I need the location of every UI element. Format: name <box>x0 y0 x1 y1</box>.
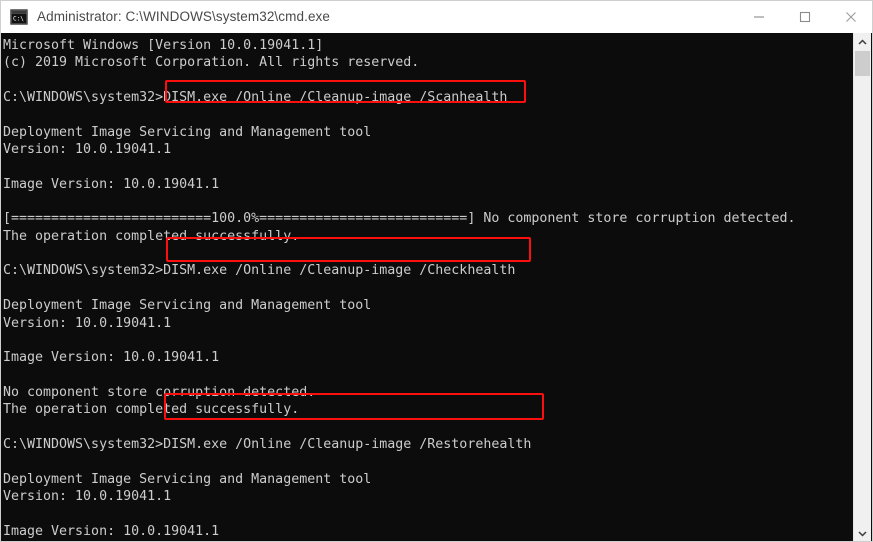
terminal-line: Image Version: 10.0.19041.1 <box>3 523 220 539</box>
terminal-line: Version: 10.0.19041.1 <box>3 488 172 504</box>
terminal-line: Version: 10.0.19041.1 <box>3 315 172 331</box>
terminal-line: Version: 10.0.19041.1 <box>3 142 172 158</box>
terminal-line: No component store corruption detected. <box>3 384 316 400</box>
title-bar[interactable]: C:\ Administrator: C:\WINDOWS\system32\c… <box>1 1 872 33</box>
terminal-line: Deployment Image Servicing and Managemen… <box>3 298 372 314</box>
svg-text:C:\: C:\ <box>13 16 24 23</box>
chevron-up-icon[interactable] <box>854 33 871 51</box>
terminal-line: Microsoft Windows [Version 10.0.19041.1] <box>3 38 324 53</box>
window-controls <box>736 1 872 33</box>
terminal-line: (c) 2019 Microsoft Corporation. All righ… <box>3 55 420 71</box>
terminal-line: The operation completed successfully. <box>3 228 300 244</box>
terminal-line: C:\WINDOWS\system32>DISM.exe /Online /Cl… <box>3 90 508 106</box>
terminal-line: Deployment Image Servicing and Managemen… <box>3 124 372 140</box>
terminal-line: Image Version: 10.0.19041.1 <box>3 176 220 192</box>
terminal-line: The operation completed successfully. <box>3 402 300 418</box>
cmd-window: C:\ Administrator: C:\WINDOWS\system32\c… <box>0 0 873 542</box>
window-title: Administrator: C:\WINDOWS\system32\cmd.e… <box>37 9 331 24</box>
terminal-line: Deployment Image Servicing and Managemen… <box>3 471 372 487</box>
console-output-area[interactable]: Microsoft Windows [Version 10.0.19041.1]… <box>1 33 872 541</box>
maximize-button[interactable] <box>782 1 828 33</box>
chevron-down-icon[interactable] <box>854 524 871 541</box>
terminal-line: [=========================100.0%========… <box>3 211 796 227</box>
minimize-button[interactable] <box>736 1 782 33</box>
terminal-line: C:\WINDOWS\system32>DISM.exe /Online /Cl… <box>3 436 532 452</box>
scrollbar-thumb[interactable] <box>855 51 870 76</box>
close-button[interactable] <box>828 1 872 33</box>
terminal-line: Image Version: 10.0.19041.1 <box>3 350 220 366</box>
cmd-console-icon: C:\ <box>10 9 28 25</box>
terminal-line: C:\WINDOWS\system32>DISM.exe /Online /Cl… <box>3 263 516 279</box>
terminal-text: Microsoft Windows [Version 10.0.19041.1]… <box>3 33 848 541</box>
vertical-scrollbar[interactable] <box>853 33 871 541</box>
